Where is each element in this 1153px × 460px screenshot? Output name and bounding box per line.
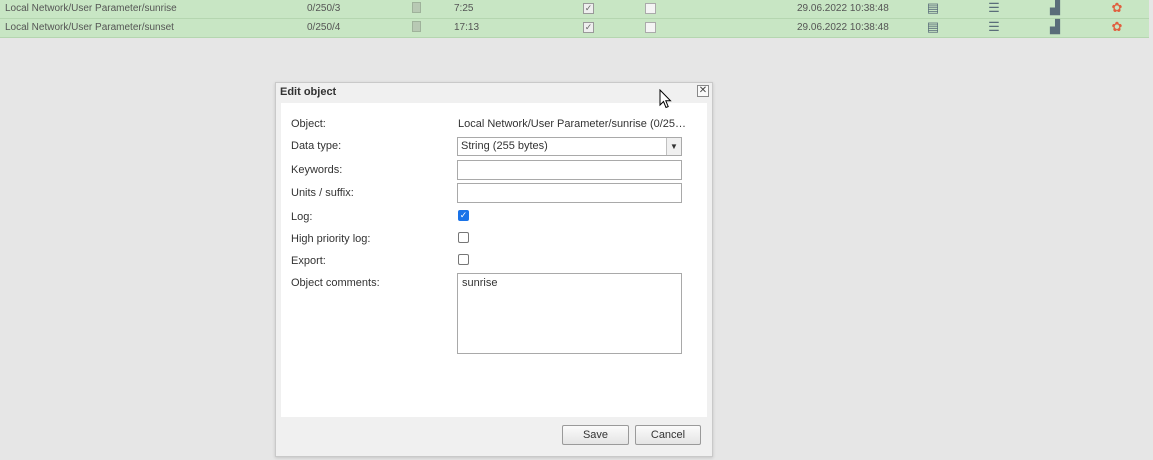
save-button[interactable]: Save bbox=[562, 425, 629, 445]
settings-sliders-icon[interactable]: ☰ bbox=[987, 20, 1001, 34]
comment-icon[interactable] bbox=[412, 21, 421, 32]
export-checkbox[interactable] bbox=[645, 3, 656, 14]
trend-chart-icon[interactable]: ▟ bbox=[1048, 20, 1062, 34]
high-priority-log-label: High priority log: bbox=[291, 233, 371, 245]
high-priority-log-checkbox[interactable] bbox=[458, 232, 469, 243]
updated-at: 29.06.2022 10:38:48 bbox=[797, 3, 889, 14]
keywords-label: Keywords: bbox=[291, 164, 343, 176]
schedule-icon[interactable]: ▤ bbox=[926, 1, 940, 15]
export-checkbox[interactable] bbox=[458, 254, 469, 265]
object-name: Local Network/User Parameter/sunrise bbox=[5, 3, 177, 14]
delete-icon[interactable]: ✿ bbox=[1110, 1, 1124, 15]
datatype-select[interactable]: String (255 bytes) ▼ bbox=[457, 137, 682, 156]
log-checkbox[interactable]: ✓ bbox=[583, 22, 594, 33]
current-value: 17:13 bbox=[454, 22, 480, 33]
updated-at: 29.06.2022 10:38:48 bbox=[797, 22, 889, 33]
group-address: 0/250/4 bbox=[307, 22, 341, 33]
dialog-footer: Save Cancel bbox=[281, 417, 707, 452]
trend-chart-icon[interactable]: ▟ bbox=[1048, 1, 1062, 15]
group-address: 0/250/3 bbox=[307, 3, 341, 14]
log-checkbox[interactable]: ✓ bbox=[458, 210, 469, 221]
object-value: Local Network/User Parameter/sunrise (0/… bbox=[458, 118, 687, 130]
settings-sliders-icon[interactable]: ☰ bbox=[987, 1, 1001, 15]
datatype-label: Data type: bbox=[291, 140, 342, 152]
table-row[interactable]: Local Network/User Parameter/sunrise 0/2… bbox=[0, 0, 1149, 19]
export-label: Export: bbox=[291, 255, 326, 267]
comments-label: Object comments: bbox=[291, 277, 380, 289]
object-label: Object: bbox=[291, 118, 326, 130]
comments-textarea[interactable]: sunrise bbox=[457, 273, 682, 354]
log-label: Log: bbox=[291, 211, 313, 223]
units-label: Units / suffix: bbox=[291, 187, 354, 199]
dialog-body: Object: Local Network/User Parameter/sun… bbox=[281, 103, 707, 417]
export-checkbox[interactable] bbox=[645, 22, 656, 33]
mouse-cursor-icon bbox=[659, 89, 672, 109]
comment-icon[interactable] bbox=[412, 2, 421, 13]
log-checkbox[interactable]: ✓ bbox=[583, 3, 594, 14]
dialog-title: Edit object bbox=[280, 86, 337, 98]
edit-object-dialog: Edit object ✕ Object: Local Network/User… bbox=[275, 82, 713, 457]
chevron-down-icon[interactable]: ▼ bbox=[666, 138, 681, 155]
current-value: 7:25 bbox=[454, 3, 474, 14]
close-icon[interactable]: ✕ bbox=[697, 85, 709, 97]
schedule-icon[interactable]: ▤ bbox=[926, 20, 940, 34]
table-row[interactable]: Local Network/User Parameter/sunset 0/25… bbox=[0, 19, 1149, 38]
object-name: Local Network/User Parameter/sunset bbox=[5, 22, 174, 33]
keywords-input[interactable] bbox=[457, 160, 682, 180]
cancel-button[interactable]: Cancel bbox=[635, 425, 701, 445]
delete-icon[interactable]: ✿ bbox=[1110, 20, 1124, 34]
units-input[interactable] bbox=[457, 183, 682, 203]
datatype-value: String (255 bytes) bbox=[461, 140, 548, 152]
